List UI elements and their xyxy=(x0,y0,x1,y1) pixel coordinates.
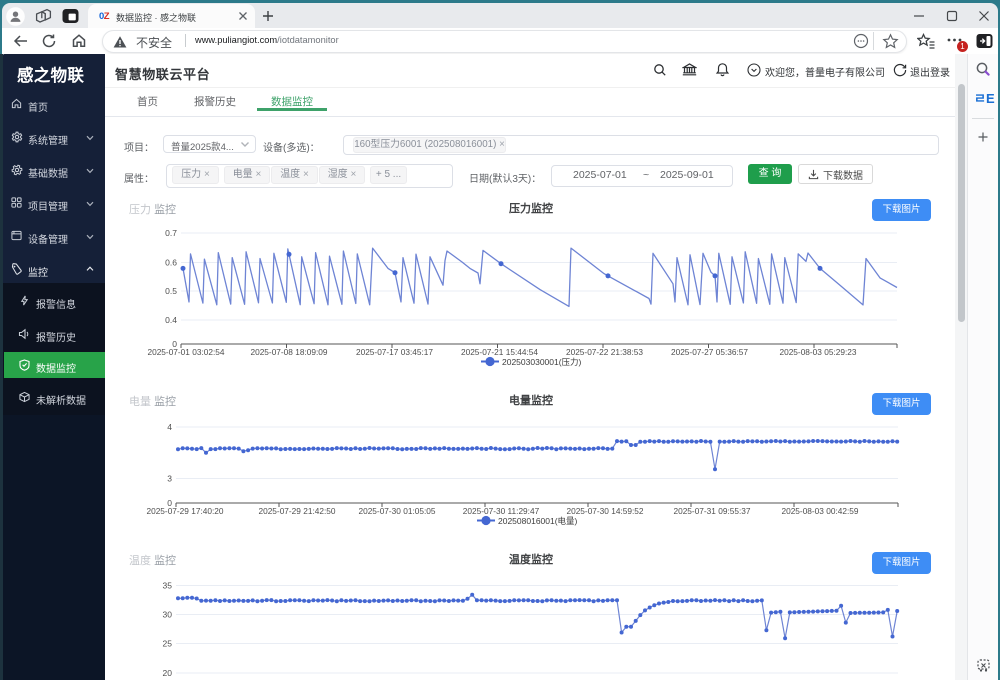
svg-text:2025-07-08 18:09:09: 2025-07-08 18:09:09 xyxy=(250,347,327,357)
svg-text:202503030001(压力): 202503030001(压力) xyxy=(502,357,582,367)
svg-text:2025-07-29 21:42:50: 2025-07-29 21:42:50 xyxy=(258,506,335,516)
svg-text:2025-07-30 01:05:05: 2025-07-30 01:05:05 xyxy=(358,506,435,516)
svg-text:0.4: 0.4 xyxy=(165,315,177,325)
svg-text:2025-07-29 17:40:20: 2025-07-29 17:40:20 xyxy=(146,506,223,516)
svg-text:30: 30 xyxy=(163,609,173,619)
svg-text:2025-07-30 14:59:52: 2025-07-30 14:59:52 xyxy=(566,506,643,516)
svg-text:2025-07-01 03:02:54: 2025-07-01 03:02:54 xyxy=(147,347,224,357)
svg-text:25: 25 xyxy=(163,638,173,648)
svg-text:2025-07-21 15:44:54: 2025-07-21 15:44:54 xyxy=(461,347,538,357)
svg-text:0.5: 0.5 xyxy=(165,286,177,296)
svg-text:2025-07-17 03:45:17: 2025-07-17 03:45:17 xyxy=(356,347,433,357)
svg-text:2025-07-30 11:29:47: 2025-07-30 11:29:47 xyxy=(463,506,540,516)
svg-text:2025-07-22 21:38:53: 2025-07-22 21:38:53 xyxy=(566,347,643,357)
svg-text:2025-08-03 00:42:59: 2025-08-03 00:42:59 xyxy=(781,506,858,516)
svg-text:2025-08-03 05:29:23: 2025-08-03 05:29:23 xyxy=(779,347,856,357)
svg-text:3: 3 xyxy=(167,473,172,483)
svg-text:0.7: 0.7 xyxy=(165,228,177,238)
svg-text:202508016001(电量): 202508016001(电量) xyxy=(498,516,578,526)
svg-text:4: 4 xyxy=(167,422,172,432)
svg-text:35: 35 xyxy=(163,580,173,590)
svg-text:2025-07-31 09:55:37: 2025-07-31 09:55:37 xyxy=(673,506,750,516)
svg-text:2025-07-27 05:36:57: 2025-07-27 05:36:57 xyxy=(671,347,748,357)
svg-text:0.6: 0.6 xyxy=(165,257,177,267)
svg-text:20: 20 xyxy=(163,668,173,678)
